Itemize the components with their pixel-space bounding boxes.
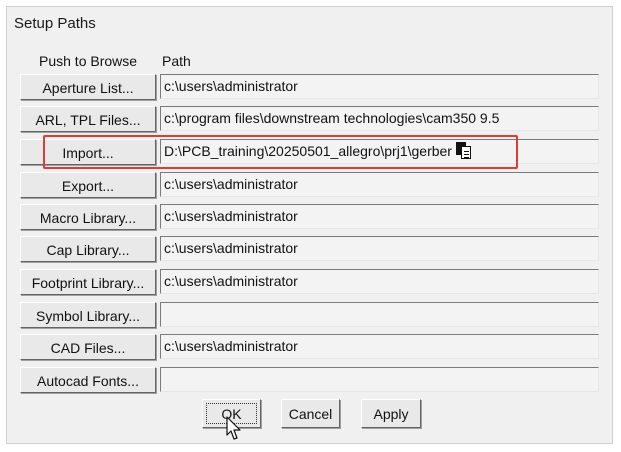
window-title: Setup Paths	[14, 15, 96, 32]
symbol-library-path-field[interactable]	[160, 302, 599, 327]
cap-library-button[interactable]: Cap Library...	[20, 236, 156, 262]
cad-files-button[interactable]: CAD Files...	[20, 334, 156, 360]
footprint-library-path-field[interactable]: c:\users\administrator	[160, 269, 599, 294]
symbol-library-button[interactable]: Symbol Library...	[20, 302, 156, 328]
macro-library-button[interactable]: Macro Library...	[20, 204, 156, 230]
macro-library-path-field[interactable]: c:\users\administrator	[160, 204, 599, 229]
export-path-field[interactable]: c:\users\administrator	[160, 172, 599, 197]
import-highlight-box	[43, 135, 518, 169]
mouse-pointer-icon	[226, 416, 241, 440]
aperture-list-path-field[interactable]: c:\users\administrator	[160, 74, 599, 99]
setup-paths-dialog: Setup Paths Push to Browse Path Aperture…	[6, 6, 613, 444]
cad-files-path-field[interactable]: c:\users\administrator	[160, 334, 599, 359]
title-bar[interactable]: Setup Paths	[7, 7, 612, 35]
footprint-library-button[interactable]: Footprint Library...	[20, 269, 156, 295]
path-header: Path	[162, 53, 191, 69]
cancel-button[interactable]: Cancel	[281, 399, 340, 428]
arl-tpl-files-button[interactable]: ARL, TPL Files...	[20, 106, 156, 132]
arl-tpl-files-path-field[interactable]: c:\program files\downstream technologies…	[160, 106, 599, 131]
apply-button[interactable]: Apply	[361, 399, 421, 428]
aperture-list-button[interactable]: Aperture List...	[20, 74, 156, 100]
push-to-browse-header: Push to Browse	[39, 53, 138, 69]
autocad-fonts-path-field[interactable]	[160, 367, 599, 392]
autocad-fonts-button[interactable]: Autocad Fonts...	[20, 367, 156, 393]
export-button[interactable]: Export...	[20, 172, 156, 198]
cap-library-path-field[interactable]: c:\users\administrator	[160, 236, 599, 261]
